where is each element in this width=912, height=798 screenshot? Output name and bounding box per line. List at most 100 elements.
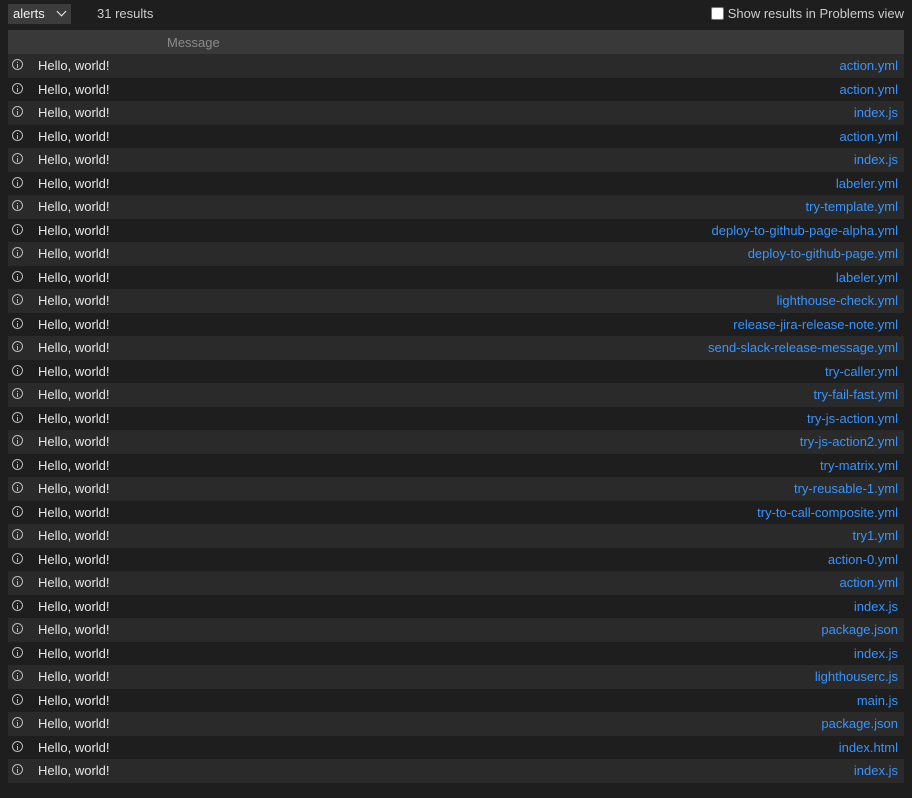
table-row[interactable]: Hello, world! try-template.yml (8, 195, 904, 219)
row-message: Hello, world! (38, 434, 110, 449)
row-message: Hello, world! (38, 504, 110, 520)
table-row[interactable]: Hello, world! index.js (8, 101, 904, 125)
results-table: Message Hello, world! action.yml Hello, wo… (8, 30, 904, 783)
table-row[interactable]: Hello, world! package.json (8, 712, 904, 736)
table-row[interactable]: Hello, world! lighthouserc.js (8, 665, 904, 689)
table-row[interactable]: Hello, world! main.js (8, 688, 904, 712)
row-file-link[interactable]: try-caller.yml (825, 364, 898, 379)
table-row[interactable]: Hello, world! index.js (8, 759, 904, 783)
info-icon (12, 646, 23, 658)
row-file-link[interactable]: action-0.yml (828, 552, 898, 567)
table-row[interactable]: Hello, world! try-js-action.yml (8, 406, 904, 430)
row-file-link[interactable]: index.js (854, 599, 898, 614)
row-message: Hello, world! (38, 622, 110, 637)
result-count: 31 results (97, 6, 154, 21)
row-message: Hello, world! (38, 457, 110, 473)
row-file-link[interactable]: index.js (854, 646, 898, 661)
row-file-link[interactable]: action.yml (839, 82, 898, 97)
problems-view-label: Show results in Problems view (727, 6, 904, 21)
table-row[interactable]: Hello, world! action.yml (8, 54, 904, 78)
row-file-link[interactable]: action.yml (839, 58, 898, 73)
problems-view-checkbox[interactable] (710, 7, 724, 20)
row-message: Hello, world! (38, 645, 110, 661)
info-icon (12, 740, 23, 752)
table-row[interactable]: Hello, world! package.json (8, 618, 904, 642)
row-file-link[interactable]: try-js-action2.yml (800, 434, 898, 449)
info-icon (12, 247, 23, 258)
info-icon (12, 529, 23, 540)
row-file-link[interactable]: lighthouse-check.yml (777, 293, 898, 308)
table-row[interactable]: Hello, world! lighthouse-check.yml (8, 289, 904, 313)
info-icon (12, 435, 23, 446)
row-file-link[interactable]: try-js-action.yml (807, 411, 898, 426)
table-row[interactable]: Hello, world! labeler.yml (8, 171, 904, 195)
info-icon (12, 317, 23, 329)
table-row[interactable]: Hello, world! index.js (8, 641, 904, 665)
info-icon (12, 458, 23, 470)
table-row[interactable]: Hello, world! send-slack-release-message.… (8, 336, 904, 360)
row-file-link[interactable]: try-to-call-composite.yml (757, 505, 898, 520)
row-file-link[interactable]: release-jira-release-note.yml (733, 317, 898, 332)
row-message: Hello, world! (38, 363, 110, 379)
row-message: Hello, world! (38, 716, 110, 731)
row-file-link[interactable]: try-reusable-1.yml (794, 481, 898, 496)
info-icon (12, 341, 23, 352)
row-file-link[interactable]: deploy-to-github-page.yml (748, 246, 898, 261)
table-row[interactable]: Hello, world! index.js (8, 594, 904, 618)
row-file-link[interactable]: index.js (854, 105, 898, 120)
table-row[interactable]: Hello, world! try-fail-fast.yml (8, 383, 904, 407)
row-message: Hello, world! (38, 293, 110, 308)
column-header-message[interactable]: Message (167, 35, 220, 50)
row-file-link[interactable]: send-slack-release-message.yml (708, 340, 898, 355)
table-row[interactable]: Hello, world! action.yml (8, 571, 904, 595)
row-file-link[interactable]: index.html (839, 740, 898, 755)
info-icon (12, 364, 23, 376)
row-file-link[interactable]: try-template.yml (806, 199, 898, 214)
table-row[interactable]: Hello, world! index.js (8, 148, 904, 172)
row-message: Hello, world! (38, 387, 110, 402)
table-row[interactable]: Hello, world! try-js-action2.yml (8, 430, 904, 454)
info-icon (12, 82, 23, 94)
row-file-link[interactable]: labeler.yml (836, 176, 898, 191)
table-row[interactable]: Hello, world! try-matrix.yml (8, 453, 904, 477)
row-file-link[interactable]: main.js (857, 693, 898, 708)
table-row[interactable]: Hello, world! try-caller.yml (8, 359, 904, 383)
row-file-link[interactable]: lighthouserc.js (815, 669, 898, 684)
table-row[interactable]: Hello, world! deploy-to-github-page-alpha… (8, 218, 904, 242)
table-row[interactable]: Hello, world! release-jira-release-note.y… (8, 312, 904, 336)
row-file-link[interactable]: package.json (821, 622, 898, 637)
row-file-link[interactable]: index.js (854, 763, 898, 778)
table-row[interactable]: Hello, world! try1.yml (8, 524, 904, 548)
info-icon (12, 106, 23, 117)
row-file-link[interactable]: package.json (821, 716, 898, 731)
info-icon (12, 294, 23, 305)
info-icon (12, 693, 23, 705)
problems-view-toggle[interactable]: Show results in Problems view (710, 6, 904, 21)
row-file-link[interactable]: try-fail-fast.yml (814, 387, 899, 402)
info-icon (12, 59, 23, 70)
table-row[interactable]: Hello, world! action-0.yml (8, 547, 904, 571)
result-type-select[interactable]: alerts (8, 4, 71, 24)
table-row[interactable]: Hello, world! action.yml (8, 124, 904, 148)
row-message: Hello, world! (38, 669, 110, 684)
row-file-link[interactable]: deploy-to-github-page-alpha.yml (712, 223, 898, 238)
table-row[interactable]: Hello, world! labeler.yml (8, 265, 904, 289)
table-row[interactable]: Hello, world! deploy-to-github-page.yml (8, 242, 904, 266)
row-file-link[interactable]: index.js (854, 152, 898, 167)
row-message: Hello, world! (38, 246, 110, 261)
info-icon (12, 599, 23, 611)
row-message: Hello, world! (38, 739, 110, 755)
table-row[interactable]: Hello, world! index.html (8, 735, 904, 759)
table-row[interactable]: Hello, world! try-to-call-composite.yml (8, 500, 904, 524)
row-file-link[interactable]: action.yml (839, 575, 898, 590)
info-icon (12, 223, 23, 235)
row-file-link[interactable]: try1.yml (853, 528, 899, 543)
table-row[interactable]: Hello, world! try-reusable-1.yml (8, 477, 904, 501)
row-file-link[interactable]: action.yml (839, 129, 898, 144)
info-icon (12, 576, 23, 587)
table-row[interactable]: Hello, world! action.yml (8, 77, 904, 101)
row-file-link[interactable]: labeler.yml (836, 270, 898, 285)
results-toolbar: alerts 31 results Show results in Proble… (8, 4, 904, 26)
row-file-link[interactable]: try-matrix.yml (820, 458, 898, 473)
row-message: Hello, world! (38, 199, 110, 214)
